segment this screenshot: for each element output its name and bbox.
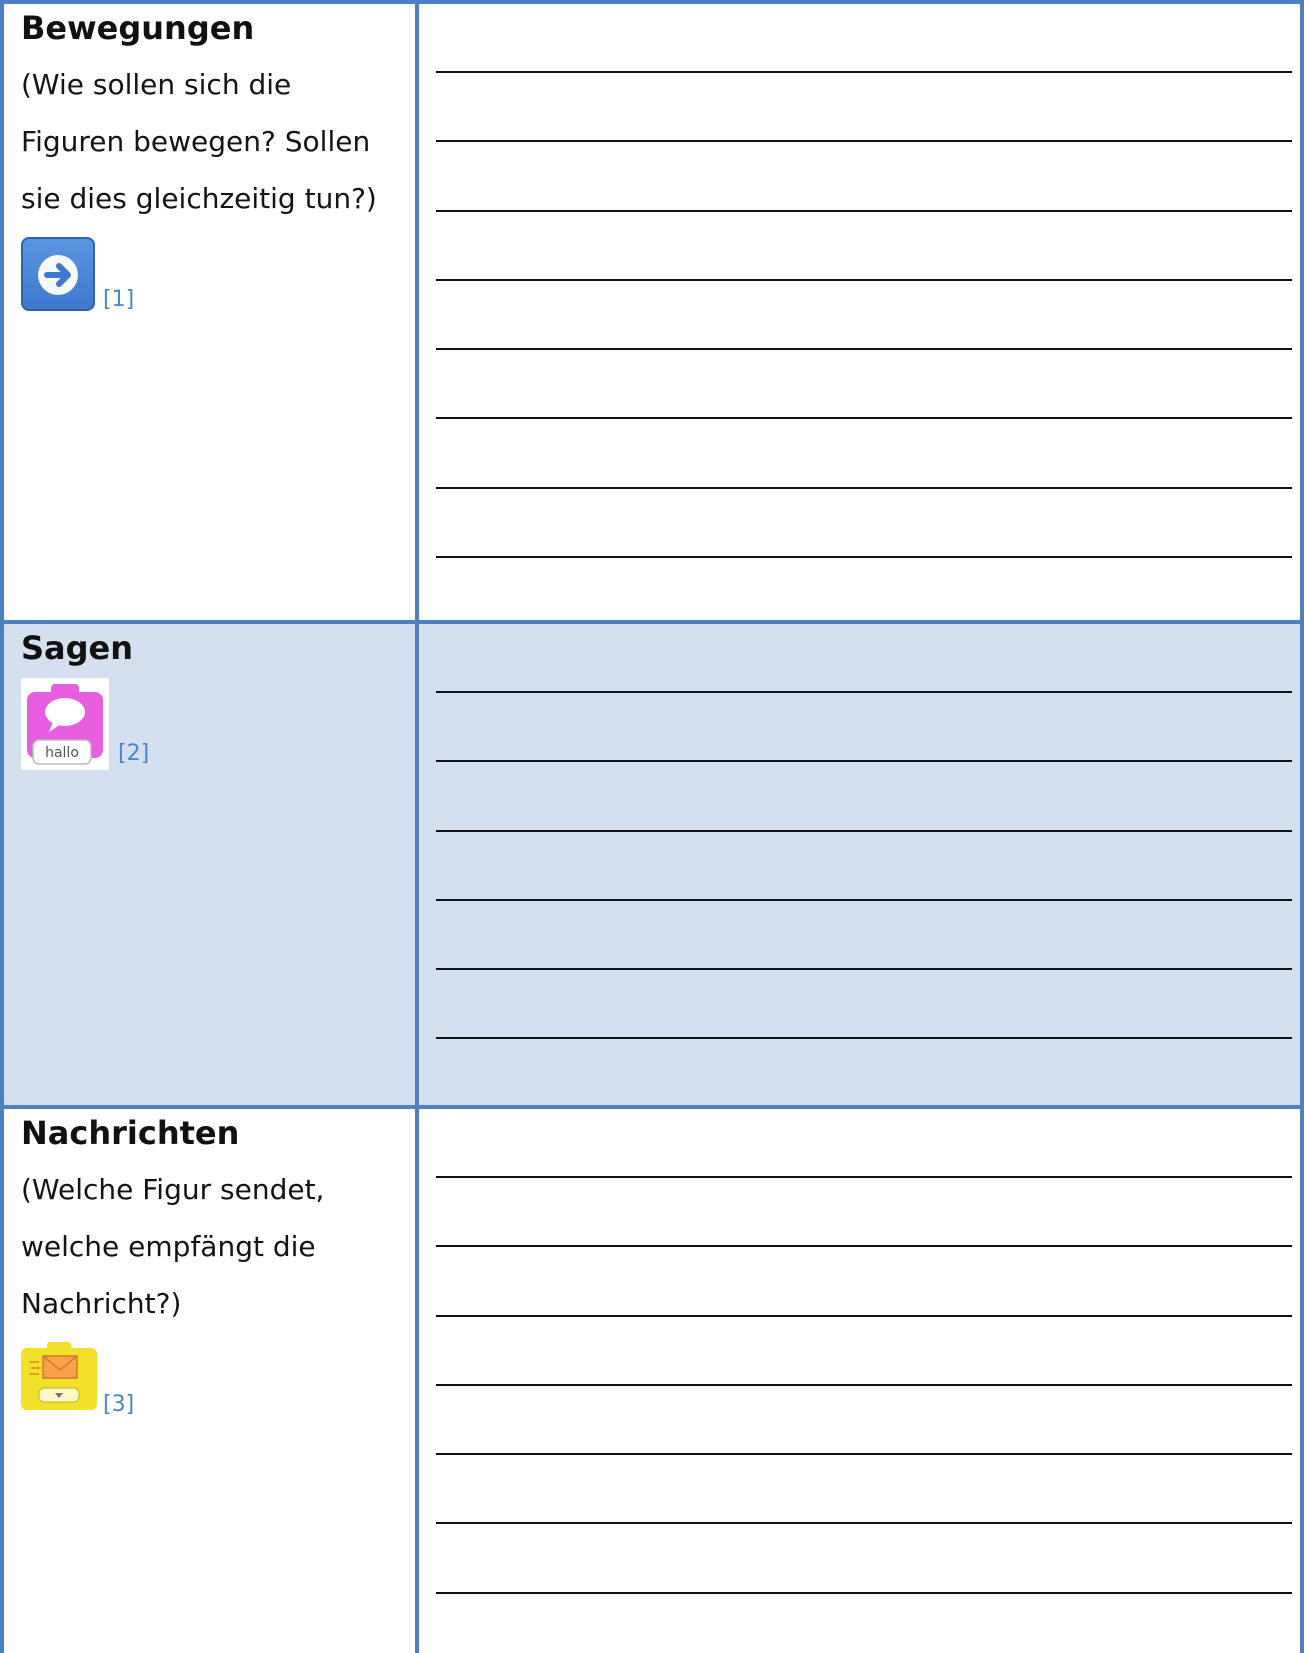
arrow-right-block-icon: [21, 237, 95, 311]
section-heading: Nachrichten: [21, 1114, 240, 1152]
writing-line: [436, 417, 1292, 419]
writing-line: [436, 691, 1292, 693]
table-border-left: [0, 624, 4, 1109]
description-line: Figuren bewegen? Sollen: [21, 125, 371, 158]
description-line: welche empfängt die: [21, 1230, 316, 1263]
writing-line: [436, 1315, 1292, 1317]
icon-container: hallo [2]: [21, 678, 401, 773]
section-label-cell: Sagen hallo [2]: [21, 624, 401, 773]
writing-line: [436, 348, 1292, 350]
writing-line: [436, 1522, 1292, 1524]
table-border-right: [1300, 1109, 1304, 1653]
reference-link[interactable]: [1]: [103, 287, 134, 312]
section-heading: Bewegungen: [21, 9, 255, 47]
writing-line: [436, 968, 1292, 970]
table-border-middle: [415, 624, 419, 1109]
description-line: (Wie sollen sich die: [21, 68, 292, 101]
section-description: (Wie sollen sich die Figuren bewegen? So…: [21, 56, 401, 227]
description-line: (Welche Figur sendet,: [21, 1173, 325, 1206]
writing-line: [436, 71, 1292, 73]
description-line: sie dies gleichzeitig tun?): [21, 182, 377, 215]
writing-line: [436, 1037, 1292, 1039]
writing-line: [436, 760, 1292, 762]
writing-line: [436, 556, 1292, 558]
section-heading: Sagen: [21, 629, 134, 667]
reference-link[interactable]: [3]: [103, 1392, 134, 1417]
section-description: (Welche Figur sendet, welche empfängt di…: [21, 1161, 401, 1332]
writing-line: [436, 1245, 1292, 1247]
writing-line: [436, 899, 1292, 901]
description-line: Nachricht?): [21, 1287, 182, 1320]
writing-line: [436, 279, 1292, 281]
table-border-middle: [415, 4, 419, 624]
table-border-right: [1300, 4, 1304, 624]
writing-line: [436, 210, 1292, 212]
table-border-left: [0, 4, 4, 624]
say-block-label: hallo: [45, 745, 79, 761]
row-nachrichten: Nachrichten (Welche Figur sendet, welche…: [0, 1105, 1304, 1653]
worksheet-table: Bewegungen (Wie sollen sich die Figuren …: [0, 0, 1304, 1653]
table-border-left: [0, 1109, 4, 1653]
writing-line: [436, 487, 1292, 489]
writing-line: [436, 1176, 1292, 1178]
writing-line: [436, 1592, 1292, 1594]
table-border-right: [1300, 624, 1304, 1109]
row-sagen: Sagen hallo [2]: [0, 620, 1304, 1109]
writing-line: [436, 140, 1292, 142]
table-border-middle: [415, 1109, 419, 1653]
icon-container: [3]: [21, 1342, 401, 1432]
writing-line: [436, 1384, 1292, 1386]
row-bewegungen: Bewegungen (Wie sollen sich die Figuren …: [0, 0, 1304, 624]
section-label-cell: Nachrichten (Welche Figur sendet, welche…: [21, 1109, 401, 1432]
reference-link[interactable]: [2]: [118, 741, 149, 766]
section-label-cell: Bewegungen (Wie sollen sich die Figuren …: [21, 4, 401, 327]
envelope-message-block-icon: [21, 1342, 97, 1416]
writing-line: [436, 1453, 1292, 1455]
writing-line: [436, 830, 1292, 832]
speech-bubble-block-icon: hallo: [21, 678, 109, 770]
icon-container: [1]: [21, 237, 401, 327]
